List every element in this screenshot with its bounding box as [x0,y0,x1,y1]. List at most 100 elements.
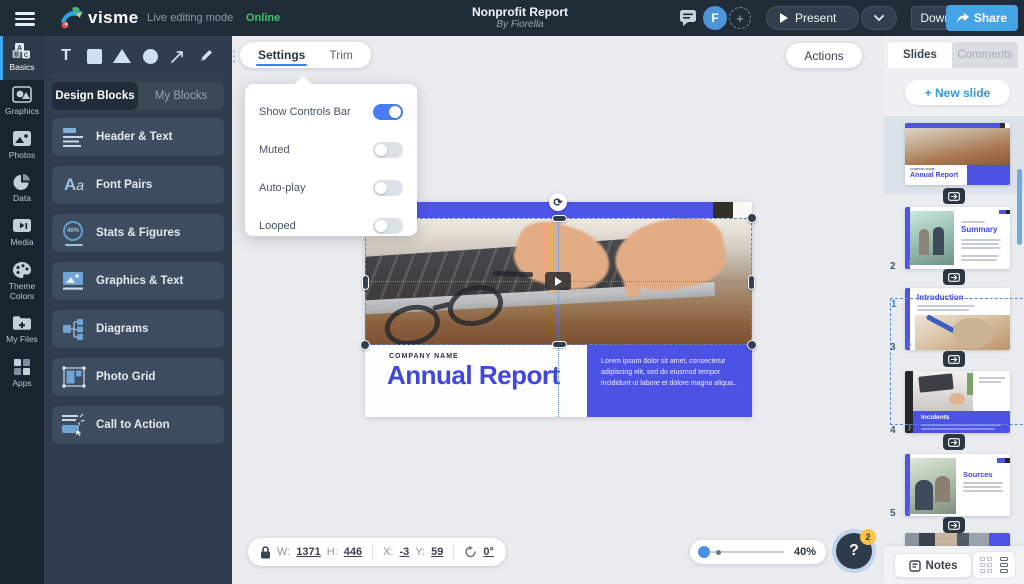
show-controls-bar-toggle[interactable] [373,104,403,120]
block-label: Font Pairs [96,179,152,191]
sidebar-item-label: Basics [9,63,34,73]
slide-thumbnail-1[interactable]: COMPANY NAME Annual Report [905,123,1010,185]
auto-play-toggle[interactable] [373,180,403,196]
photo-icon [12,130,32,148]
rotate-handle[interactable]: ⟳ [549,193,567,211]
present-button[interactable]: Present [766,6,859,30]
resize-handle-sw[interactable] [360,340,370,350]
avatar[interactable]: F [703,6,727,30]
tab-trim[interactable]: Trim [317,42,365,68]
share-arrow-icon [957,13,969,23]
width-value[interactable]: 1371 [296,546,320,558]
block-item-call-to-action[interactable]: Call to Action [52,406,224,444]
square-tool-icon[interactable] [82,44,106,68]
slide-thumbnail-5[interactable]: Sources ❯ [905,454,1010,516]
resize-handle-ne[interactable] [747,213,757,223]
slide-title-text[interactable]: Annual Report [387,360,560,391]
slide-body-block[interactable]: Lorem ipsum dolor sit amet, consectetur … [587,345,752,417]
block-item-graphics-text[interactable]: Graphics & Text [52,262,224,300]
resize-handle-s[interactable] [552,341,567,348]
tab-my-blocks[interactable]: My Blocks [138,82,224,110]
resize-handle-e[interactable] [748,275,755,290]
document-title[interactable]: Nonprofit Report [400,5,640,19]
slide-row-1[interactable]: 1 COMPANY NAME Annual Report [884,116,1024,194]
block-item-photo-grid[interactable]: Photo Grid [52,358,224,396]
help-button[interactable]: ? 2 [836,533,872,569]
looped-toggle[interactable] [373,218,403,234]
grid-view-icon[interactable] [980,557,992,573]
expand-chevron[interactable]: ❯ [907,507,912,514]
add-collaborator-button[interactable]: + [729,7,751,29]
sidebar-item-graphics[interactable]: Graphics [0,80,44,124]
sidebar-item-basics[interactable]: A B C Basics [0,36,44,80]
hamburger-menu-icon[interactable] [15,9,35,29]
tab-comments[interactable]: Comments [952,42,1018,68]
pen-tool-icon[interactable] [194,44,218,68]
tab-design-blocks[interactable]: Design Blocks [52,82,138,110]
slide-thumbnail-2[interactable]: Summary ❯ [905,207,1010,269]
text-tool-icon[interactable]: T [54,44,78,68]
arrow-tool-icon[interactable] [166,44,190,68]
muted-toggle[interactable] [373,142,403,158]
settings-popover: Show Controls Bar Muted Auto-play Looped [245,84,417,236]
slide-number: 5 [890,508,896,519]
triangle-tool-icon[interactable] [110,44,134,68]
shape-toolbar: T ⋮ [54,44,246,68]
sidebar-item-apps[interactable]: Apps [0,352,44,396]
brand-name: visme [88,8,139,28]
share-button[interactable]: Share [946,5,1018,31]
block-item-stats-figures[interactable]: 40% Stats & Figures [52,214,224,252]
canvas-area[interactable]: Settings Trim Actions Show Controls Bar … [232,36,884,584]
expand-chevron[interactable]: ❯ [907,424,912,431]
block-item-font-pairs[interactable]: Aa Font Pairs [52,166,224,204]
y-value[interactable]: 59 [431,546,443,558]
sidebar-item-data[interactable]: Data [0,167,44,211]
lock-icon[interactable] [260,546,271,559]
more-vertical-icon[interactable]: ⋮ [222,44,246,68]
block-item-header-text[interactable]: Header & Text [52,118,224,156]
actions-button[interactable]: Actions [786,43,862,68]
slide-title-block[interactable]: COMPANY NAME Annual Report [365,345,587,417]
slides-list: 1 COMPANY NAME Annual Report 2 [884,116,1024,546]
rotation-value[interactable]: 0° [483,546,494,558]
list-view-icon[interactable] [1000,557,1008,574]
x-value[interactable]: -3 [400,546,410,558]
slide-bar-dark-block[interactable] [713,202,733,218]
zoom-slider[interactable] [700,551,784,553]
slide-body-text[interactable]: Lorem ipsum dolor sit amet, consectetur … [601,357,742,390]
sidebar-item-theme-colors[interactable]: Theme Colors [0,255,44,309]
resize-handle-w[interactable] [362,275,369,290]
notes-button[interactable]: Notes [894,553,972,578]
help-glyph: ? [849,542,859,560]
transition-button-1[interactable] [943,188,965,204]
visme-logo-icon [58,6,84,30]
comments-icon[interactable] [679,9,697,26]
transition-button-2[interactable] [943,269,965,285]
resize-handle-se[interactable] [747,340,757,350]
transition-button-4[interactable] [943,434,965,450]
height-value[interactable]: 446 [344,546,362,558]
slide-row-2[interactable]: 2 Summary ❯ [884,200,1024,276]
circle-tool-icon[interactable] [138,44,162,68]
resize-handle-n[interactable] [552,215,567,222]
slide-thumbnail-6[interactable] [905,533,1010,546]
video-play-button[interactable] [545,272,571,290]
sidebar-item-my-files[interactable]: My Files [0,308,44,352]
toggle-label-show-controls-bar: Show Controls Bar [259,106,351,118]
expand-chevron[interactable]: ❯ [907,260,912,267]
slide-row-5[interactable]: 5 Sources ❯ [884,447,1024,523]
sidebar-item-media[interactable]: Media [0,211,44,255]
tab-settings[interactable]: Settings [246,42,317,68]
play-icon [554,277,562,286]
zoom-slider-handle[interactable] [698,546,710,558]
present-dropdown-button[interactable] [861,6,897,30]
y-label: Y: [415,546,425,558]
tab-slides[interactable]: Slides [888,42,952,68]
new-slide-button[interactable]: + New slide [905,80,1010,105]
play-icon [779,13,788,23]
sidebar-item-label: Apps [12,379,31,389]
block-item-diagrams[interactable]: Diagrams [52,310,224,348]
company-name-label[interactable]: COMPANY NAME [389,353,459,360]
sidebar-item-photos[interactable]: Photos [0,124,44,168]
transition-button-5[interactable] [943,517,965,533]
